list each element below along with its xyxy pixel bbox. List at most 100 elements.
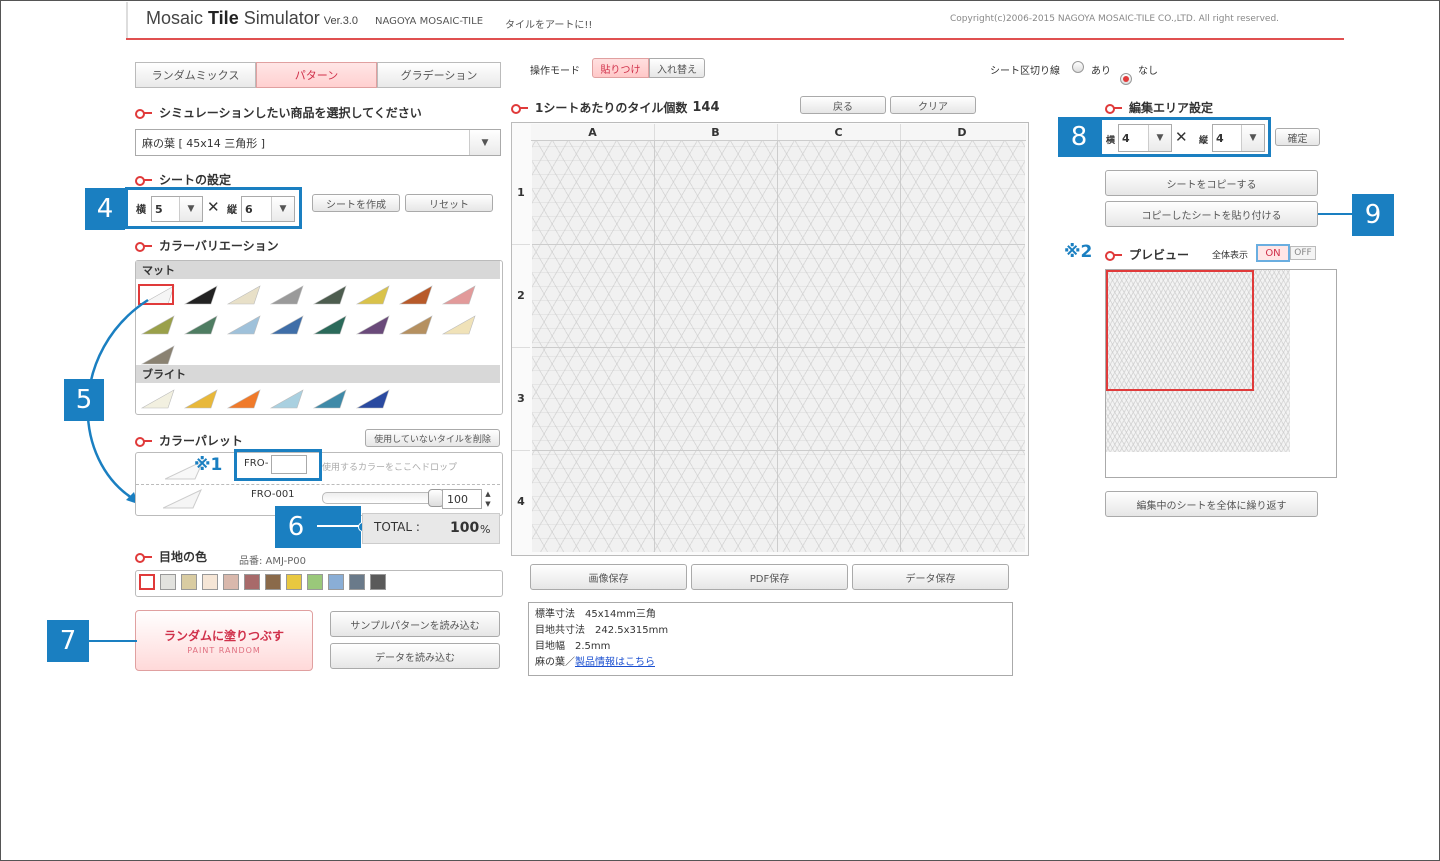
tile-swatch[interactable] — [355, 284, 391, 306]
tab-pattern[interactable]: パターン — [256, 62, 377, 88]
callout-7: 7 — [47, 620, 89, 662]
repeat-sheet-button[interactable]: 編集中のシートを全体に繰り返す — [1105, 491, 1318, 517]
tile-swatch[interactable] — [398, 314, 434, 336]
info-line-sheet: 目地共寸法 242.5x315mm — [535, 625, 669, 636]
sheet-height-select[interactable]: 6 ▼ — [241, 196, 295, 222]
row-header: 1 — [512, 141, 530, 245]
ratio-stepper[interactable]: ▲ ▼ — [482, 489, 494, 509]
title-prefix: Mosaic — [146, 8, 209, 28]
joint-color-swatch[interactable] — [202, 574, 218, 590]
edit-width-value: 4 — [1122, 131, 1130, 145]
tile-swatch[interactable] — [183, 284, 219, 306]
sheet-title-text: シートの設定 — [159, 173, 232, 187]
matte-header: マット — [136, 261, 500, 279]
app-version: Ver.3.0 — [323, 15, 358, 27]
tile-swatch[interactable] — [441, 314, 477, 336]
load-sample-button[interactable]: サンプルパターンを読み込む — [330, 611, 500, 637]
tile-swatch[interactable] — [269, 388, 305, 410]
fullview-on-toggle[interactable]: ON — [1256, 244, 1290, 262]
joint-color-swatch[interactable] — [223, 574, 239, 590]
ratio-input[interactable]: 100 — [442, 489, 482, 509]
tile-swatch[interactable] — [183, 314, 219, 336]
save-image-button[interactable]: 画像保存 — [530, 564, 687, 590]
joint-color-swatch[interactable] — [349, 574, 365, 590]
delete-unused-button[interactable]: 使用していないタイルを削除 — [365, 429, 500, 447]
paste-sheet-button[interactable]: コピーしたシートを貼り付ける — [1105, 201, 1318, 227]
sheet-divider — [532, 347, 1025, 348]
color-code-input[interactable] — [271, 455, 307, 474]
load-data-button[interactable]: データを読み込む — [330, 643, 500, 669]
joint-color-swatch[interactable] — [265, 574, 281, 590]
tile-swatch[interactable] — [441, 284, 477, 306]
joint-color-swatch[interactable] — [328, 574, 344, 590]
callout-8: 8 — [1058, 117, 1100, 157]
tile-swatch[interactable] — [312, 284, 348, 306]
confirm-button[interactable]: 確定 — [1275, 128, 1320, 146]
total-value: 100 — [450, 520, 480, 536]
copy-sheet-button[interactable]: シートをコピーする — [1105, 170, 1318, 196]
divider-yes-radio[interactable] — [1072, 61, 1084, 73]
column-header: A — [531, 124, 655, 140]
tile-swatch[interactable] — [355, 314, 391, 336]
preview-edit-frame[interactable] — [1106, 270, 1254, 391]
mode-swap-button[interactable]: 入れ替え — [649, 58, 705, 78]
count-title: 1シートあたりのタイル個数 144 — [511, 99, 720, 116]
create-sheet-button[interactable]: シートを作成 — [312, 194, 400, 212]
fullview-off-toggle[interactable]: OFF — [1290, 246, 1316, 260]
callout-6: 6 — [275, 506, 317, 548]
product-select[interactable]: 麻の葉 [ 45x14 三角形 ] ▼ — [135, 129, 501, 156]
product-title-text: シミュレーションしたい商品を選択してください — [159, 106, 422, 120]
ratio-slider[interactable] — [322, 492, 437, 504]
tile-swatch[interactable] — [269, 284, 305, 306]
joint-color-swatch[interactable] — [244, 574, 260, 590]
edit-h-label: 縦 — [1199, 136, 1209, 146]
tagline: タイルをアートに!! — [505, 20, 593, 31]
joint-color-swatch[interactable] — [181, 574, 197, 590]
product-selected-value: 麻の葉 [ 45x14 三角形 ] — [142, 136, 266, 150]
chevron-down-icon: ▼ — [271, 197, 294, 221]
sheet-section-title: シートの設定 — [135, 171, 231, 188]
joint-code: 品番: AMJ-P00 — [239, 556, 306, 567]
clear-button[interactable]: クリア — [890, 96, 976, 114]
key-icon — [135, 241, 153, 252]
tile-swatch[interactable] — [312, 388, 348, 410]
app-title: Mosaic Tile Simulator Ver.3.0 — [146, 8, 358, 29]
row-header: 3 — [512, 347, 530, 451]
tile-swatch[interactable] — [226, 388, 262, 410]
tile-swatch[interactable] — [226, 284, 262, 306]
chevron-down-icon: ▼ — [179, 197, 202, 221]
joint-color-swatch[interactable] — [307, 574, 323, 590]
tile-swatch[interactable] — [226, 314, 262, 336]
joint-color-swatch[interactable] — [139, 574, 155, 590]
sheet-width-select[interactable]: 5 ▼ — [151, 196, 203, 222]
tile-swatch[interactable] — [355, 388, 391, 410]
company-name: NAGOYA MOSAIC-TILE — [375, 16, 484, 27]
tile-swatch[interactable] — [398, 284, 434, 306]
joint-color-swatch[interactable] — [286, 574, 302, 590]
matte-label: マット — [142, 264, 175, 277]
joint-color-swatch[interactable] — [370, 574, 386, 590]
divider-no-radio[interactable] — [1120, 73, 1132, 85]
edit-area-title-text: 編集エリア設定 — [1129, 101, 1214, 115]
palette-title-text: カラーパレット — [159, 434, 243, 448]
tile-swatch[interactable] — [183, 388, 219, 410]
edit-height-select[interactable]: 4 ▼ — [1212, 124, 1265, 152]
tab-random-mix[interactable]: ランダムミックス — [135, 62, 256, 88]
product-info-box: 標準寸法 45x14mm三角 目地共寸法 242.5x315mm 目地幅 2.5… — [528, 602, 1013, 676]
undo-button[interactable]: 戻る — [800, 96, 886, 114]
save-pdf-button[interactable]: PDF保存 — [691, 564, 848, 590]
tile-swatch[interactable] — [269, 314, 305, 336]
joint-section-title: 目地の色 — [135, 548, 207, 565]
tab-gradation[interactable]: グラデーション — [377, 62, 501, 88]
edit-width-select[interactable]: 4 ▼ — [1118, 124, 1172, 152]
title-bold: Tile — [208, 8, 239, 28]
save-data-button[interactable]: データ保存 — [852, 564, 1009, 590]
product-info-link[interactable]: 製品情報はこちら — [575, 657, 655, 668]
count-value: 144 — [692, 100, 720, 115]
tile-swatch[interactable] — [312, 314, 348, 336]
sheet-divider — [532, 450, 1025, 451]
joint-swatch-row — [139, 574, 386, 590]
mode-paste-button[interactable]: 貼りつけ — [592, 58, 649, 78]
joint-color-swatch[interactable] — [160, 574, 176, 590]
reset-button[interactable]: リセット — [405, 194, 493, 212]
